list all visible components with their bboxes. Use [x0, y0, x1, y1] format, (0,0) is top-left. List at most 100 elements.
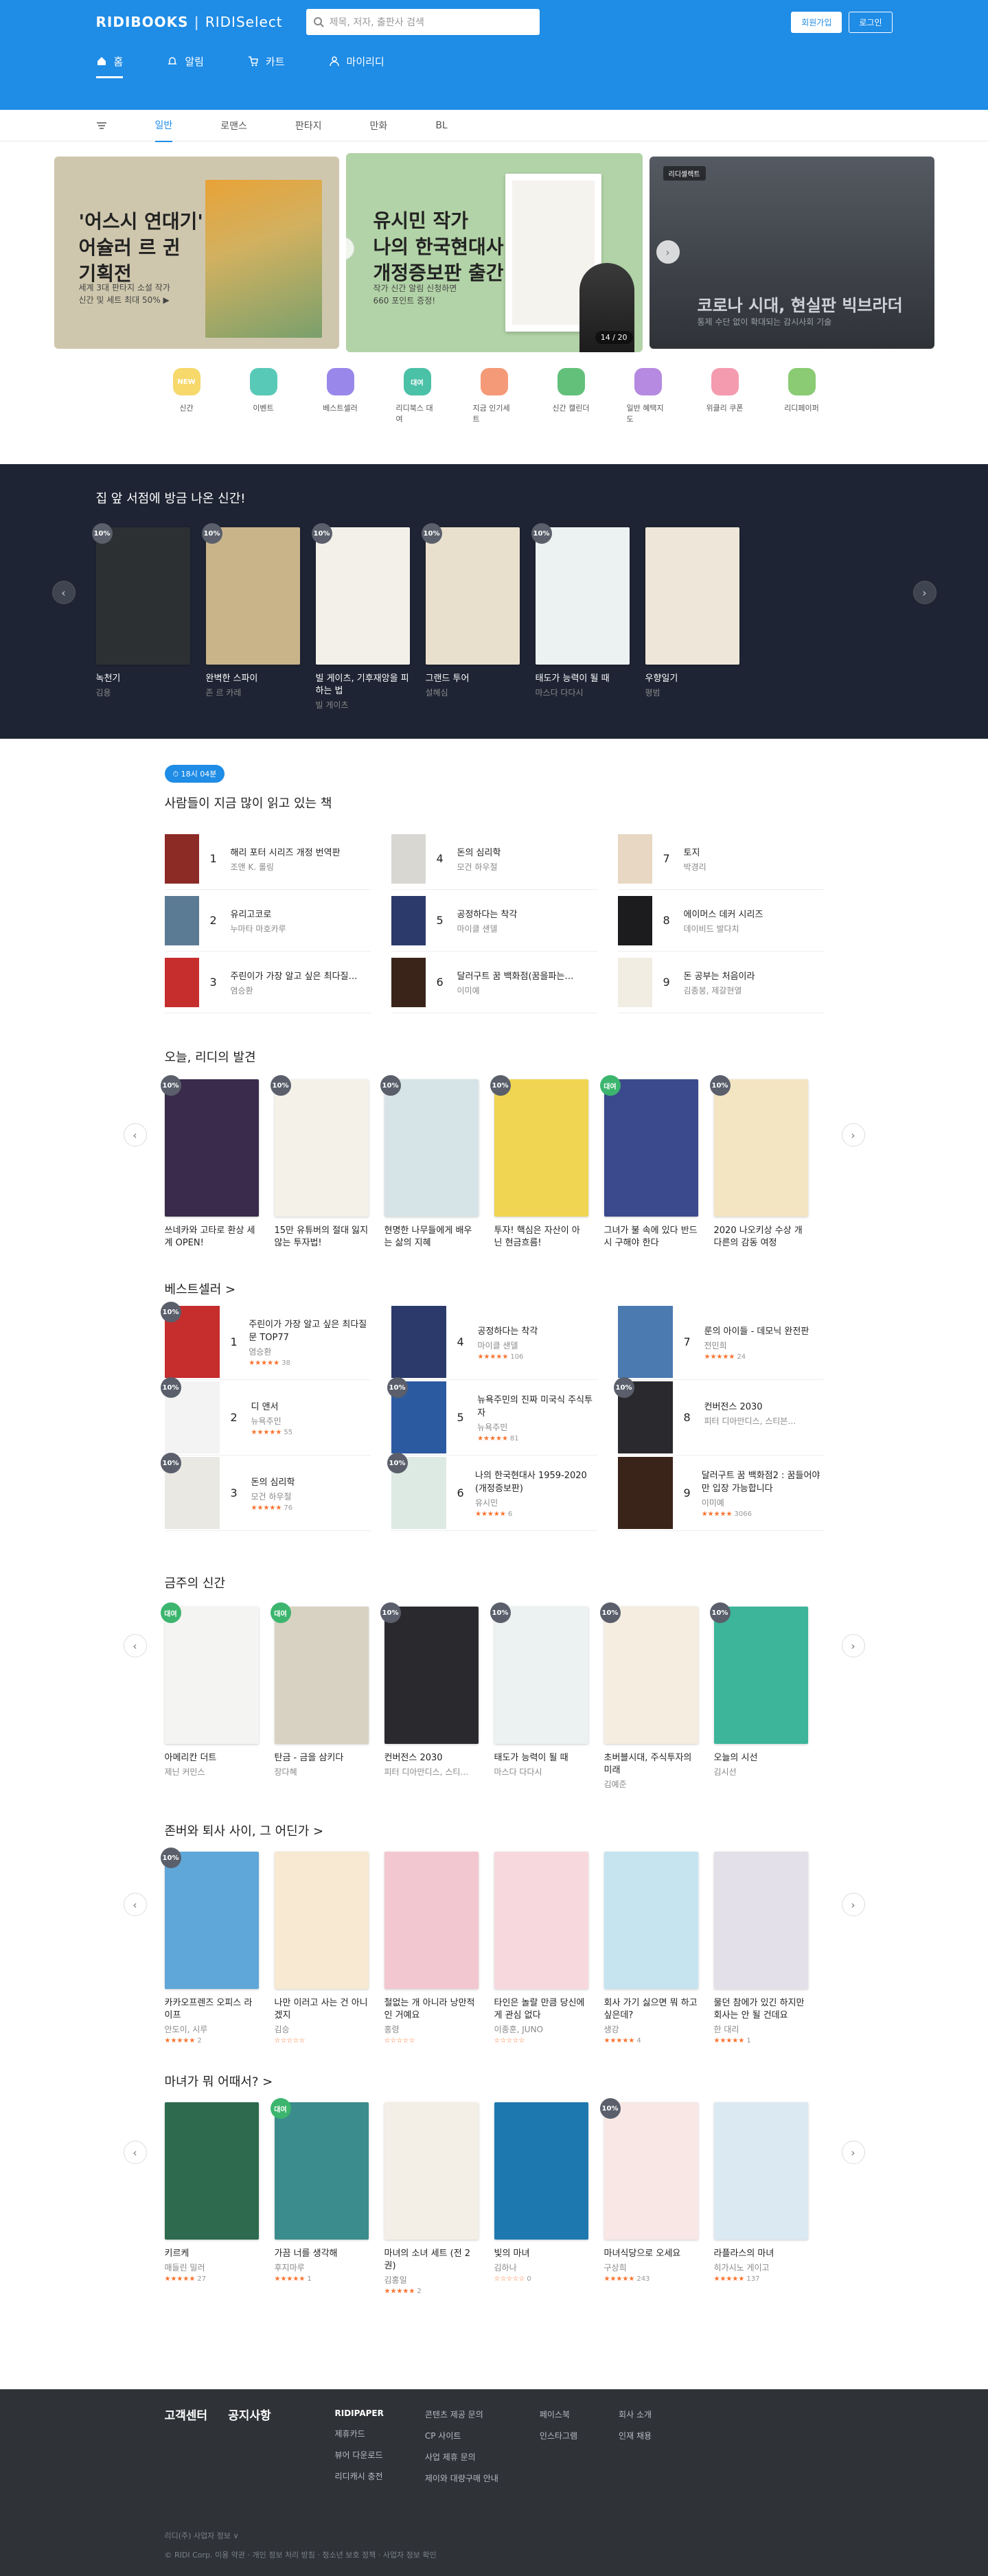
book-title[interactable]: 마녀식당으로 오세요 — [604, 2248, 698, 2260]
book-cover[interactable]: 대여 — [160, 1602, 259, 1744]
quick-menu-item[interactable]: 리디페이퍼 — [781, 368, 823, 424]
book-author[interactable]: 피터 디아만디스, 스티븐… — [704, 1415, 796, 1427]
list-item[interactable]: 7 토지 박경리 — [617, 828, 824, 890]
book-cover[interactable] — [391, 957, 426, 1007]
book-author[interactable]: 김종봉, 제갈현열 — [684, 985, 755, 996]
book-item[interactable]: 마녀의 소녀 세트 (전 2권) 김홍일 ★★★★★ 2 — [384, 2102, 479, 2295]
login-button[interactable]: 로그인 — [849, 11, 893, 33]
book-title[interactable]: 15만 유튜버의 절대 잃지 않는 투자법! — [275, 1225, 369, 1250]
quick-menu-item[interactable]: 위클리 쿠폰 — [704, 368, 746, 424]
gnb-myridi[interactable]: 마이리디 — [329, 44, 384, 78]
quick-menu-item[interactable]: 신간 캘린더 — [550, 368, 593, 424]
prev-arrow[interactable]: ‹ — [51, 581, 76, 604]
book-cover[interactable] — [391, 1306, 446, 1378]
book-item[interactable]: 10% 그랜드 투어 설혜심 — [421, 523, 520, 711]
book-cover[interactable] — [274, 1852, 369, 1989]
gnb-home[interactable]: 홈 — [95, 44, 123, 78]
book-cover[interactable]: 10% — [490, 1602, 588, 1744]
list-item[interactable]: 10% 2 디 앤서 뉴욕주민 ★★★★★ 55 — [160, 1377, 371, 1456]
footer-link[interactable]: 페이스북 — [540, 2408, 577, 2420]
menu-icon[interactable] — [96, 120, 107, 131]
banner-prev-button[interactable]: ‹ — [345, 237, 354, 260]
quick-menu-item[interactable]: 대여 리디북스 대여 — [396, 368, 439, 424]
book-cover[interactable] — [713, 1852, 808, 1989]
book-title[interactable]: 초버블시대, 주식투자의 미래 — [604, 1752, 698, 1777]
book-author[interactable]: 마이클 샌델 — [478, 1339, 538, 1351]
list-item[interactable]: 9 달러구트 꿈 백화점2 : 꿈들어야만 입장 가능합니다 이미예 ★★★★★ 306… — [617, 1456, 824, 1531]
quick-menu-item[interactable]: NEW 신간 — [165, 368, 208, 424]
book-cover[interactable] — [617, 1306, 673, 1378]
book-title[interactable]: 빛의 마녀 — [494, 2248, 588, 2260]
company-info-toggle[interactable]: 리디(주) 사업자 정보 ∨ — [165, 2527, 437, 2546]
book-title[interactable]: 탄금 - 금을 삼키다 — [275, 1752, 369, 1764]
book-item[interactable]: 타인은 놀랄 만큼 당신에게 관심 없다 이종훈, JUNO ☆☆☆☆☆ — [494, 1852, 588, 2045]
book-cover[interactable]: 10% — [380, 1075, 479, 1217]
book-cover[interactable]: 대여 — [270, 1602, 369, 1744]
notice-link[interactable]: 공지사항 — [228, 2406, 271, 2423]
book-title[interactable]: 오늘의 시선 — [714, 1752, 808, 1764]
book-author[interactable]: 김시선 — [714, 1766, 808, 1778]
next-arrow[interactable]: › — [841, 1634, 865, 1657]
book-cover[interactable]: 10% — [709, 1602, 808, 1744]
book-item[interactable]: 라플라스의 마녀 히가시노 게이고 ★★★★★ 137 — [713, 2102, 808, 2295]
book-author[interactable]: 김예준 — [604, 1778, 698, 1790]
book-author[interactable]: 후지마루 — [275, 2262, 369, 2273]
book-title[interactable]: 라플라스의 마녀 — [714, 2248, 808, 2260]
list-item[interactable]: 1 해리 포터 시리즈 개정 번역판 조앤 K. 롤링 — [164, 828, 371, 890]
footer-link[interactable]: 제휴카드 — [335, 2428, 384, 2439]
book-item[interactable]: 10% 오늘의 시선김시선 — [709, 1602, 808, 1790]
book-item[interactable]: 대여 가끔 너를 생각해 후지마루 ★★★★★ 1 — [270, 2098, 369, 2295]
book-cover[interactable]: 10% — [490, 1075, 588, 1217]
gnb-cart[interactable]: 카트 — [248, 44, 285, 78]
book-cover[interactable] — [617, 833, 652, 884]
book-title[interactable]: 돈의 심리학 — [251, 1475, 295, 1488]
book-item[interactable]: 물던 참에가 있긴 하지만 회사는 안 될 건데요 한 대리 ★★★★★ 1 — [713, 1852, 808, 2045]
book-cover[interactable]: 10% — [380, 1602, 479, 1744]
book-cover[interactable] — [713, 2102, 808, 2240]
book-cover[interactable] — [617, 1457, 673, 1529]
book-item[interactable]: 10% 2020 나오키상 수상 개 다른의 감동 여정 — [709, 1075, 808, 1250]
list-item[interactable]: 5 공정하다는 착각 마이클 샌델 — [391, 890, 597, 952]
list-item[interactable]: 4 공정하다는 착각 마이클 샌델 ★★★★★ 106 — [391, 1304, 597, 1380]
next-arrow[interactable]: › — [912, 581, 937, 604]
list-item[interactable]: 3 주린이가 가장 알고 싶은 최다질… 염승환 — [164, 952, 371, 1013]
book-author[interactable]: 김홍일 — [384, 2274, 479, 2286]
book-title[interactable]: 돈 공부는 처음이라 — [684, 969, 755, 982]
book-author[interactable]: 생강 — [604, 2023, 698, 2035]
book-item[interactable]: 10% 카카오프렌즈 오피스 라이프 안도이, 시루 ★★★★★ 2 — [160, 1848, 259, 2045]
list-item[interactable]: 10% 5 뉴욕주민의 진짜 미국식 주식투자 뉴욕주민 ★★★★★ 81 — [387, 1377, 597, 1456]
book-cover[interactable]: 10% — [709, 1075, 808, 1217]
book-title[interactable]: 그녀가 불 속에 있다 반드시 구해야 한다 — [604, 1225, 698, 1250]
book-cover[interactable] — [164, 833, 199, 884]
book-item[interactable]: 10% 태도가 능력이 될 때 마스다 다다시 — [531, 523, 630, 711]
book-title[interactable]: 뉴욕주민의 진짜 미국식 주식투자 — [477, 1392, 597, 1418]
next-arrow[interactable]: › — [841, 1123, 865, 1147]
book-title[interactable]: 아메리칸 더트 — [165, 1752, 259, 1764]
book-title[interactable]: 쓰네카와 고타로 환상 세계 OPEN! — [165, 1225, 259, 1250]
footer-link[interactable]: 회사 소개 — [619, 2408, 652, 2420]
footer-link[interactable]: 뷰어 다운로드 — [335, 2449, 384, 2461]
footer-link[interactable]: 콘텐츠 제공 문의 — [425, 2408, 498, 2420]
book-title[interactable]: 그랜드 투어 — [426, 673, 520, 685]
book-title[interactable]: 주린이가 가장 알고 싶은 최다질… — [231, 969, 358, 982]
book-cover[interactable] — [391, 895, 426, 945]
book-item[interactable]: 10% 컨버전스 2030 피터 디아만디스, 스티… — [380, 1602, 479, 1790]
book-item[interactable]: 키르케 매들린 밀러 ★★★★★ 27 — [164, 2102, 259, 2295]
book-author[interactable]: 피터 디아만디스, 스티… — [384, 1766, 479, 1778]
list-item[interactable]: 10% 8 컨버전스 2030 피터 디아만디스, 스티븐… — [613, 1377, 824, 1456]
book-item[interactable]: 10% 마녀식당으로 오세요 구상희 ★★★★★ 243 — [599, 2098, 698, 2295]
book-author[interactable]: 마이클 샌델 — [457, 923, 518, 934]
book-cover[interactable]: 대여 — [599, 1075, 698, 1217]
book-cover[interactable]: 10% — [311, 523, 410, 665]
list-item[interactable]: 7 룬의 아이들 - 데모닉 완전판 전민희 ★★★★★ 24 — [617, 1304, 824, 1380]
book-title[interactable]: 태도가 능력이 될 때 — [536, 673, 630, 685]
book-title[interactable]: 현명한 나무들에게 배우는 삶의 지혜 — [384, 1225, 479, 1250]
book-title[interactable]: 나만 이러고 사는 건 아니겠지 — [275, 1997, 369, 2022]
book-author[interactable]: 제닌 커민스 — [165, 1766, 259, 1778]
list-item[interactable]: 10% 3 돈의 심리학 모건 하우절 ★★★★★ 76 — [160, 1453, 371, 1531]
book-author[interactable]: 한 대리 — [714, 2023, 808, 2035]
footer-link[interactable]: 사업 제휴 문의 — [425, 2451, 498, 2463]
signup-button[interactable]: 회원가입 — [791, 11, 842, 33]
book-title[interactable]: 가끔 너를 생각해 — [275, 2248, 369, 2260]
book-author[interactable]: 박경리 — [684, 861, 706, 873]
